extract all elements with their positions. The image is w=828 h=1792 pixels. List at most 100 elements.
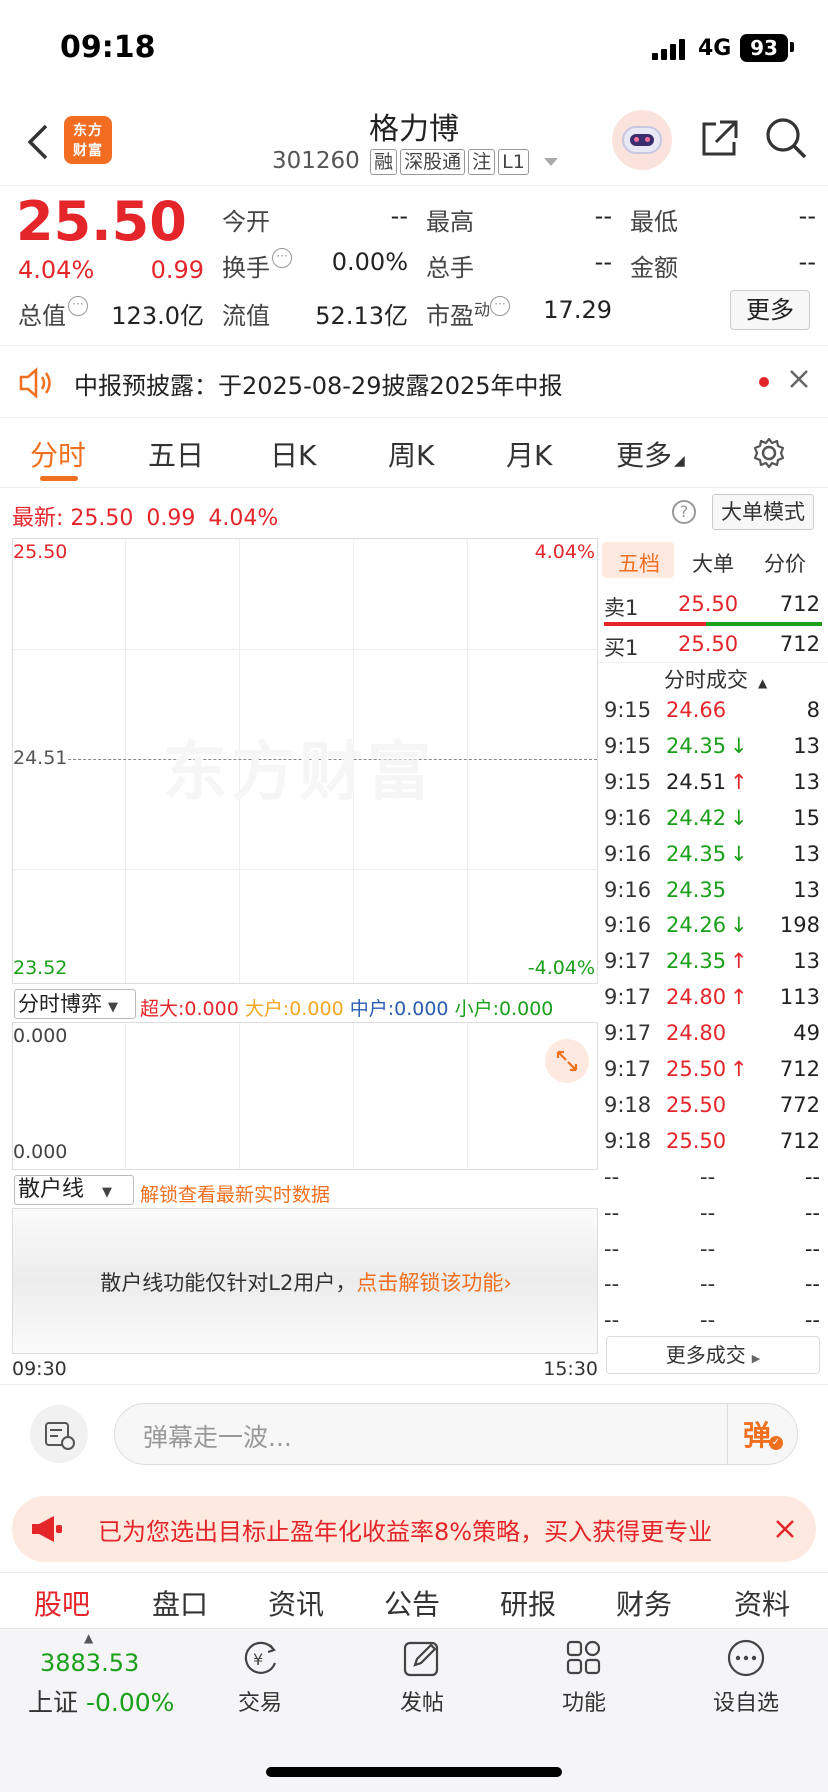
settings-button[interactable]: [752, 436, 786, 474]
tab-finance[interactable]: 财务: [616, 1583, 672, 1623]
tab-day-k[interactable]: 日K: [270, 434, 316, 474]
sell1-vol: 712: [779, 592, 820, 616]
check-badge-icon: ✓: [769, 1436, 783, 1450]
tab-five-day[interactable]: 五日: [148, 434, 204, 474]
tick-volume: 15: [793, 805, 820, 830]
tab-big-orders[interactable]: 大单: [692, 548, 734, 578]
volume-value: --: [594, 248, 612, 276]
small-value: 0.000: [498, 998, 554, 1020]
danmaku-placeholder: 弹幕走一波...: [143, 1423, 292, 1452]
tab-intraday[interactable]: 分时: [30, 434, 86, 474]
info-dots-icon[interactable]: ···: [490, 296, 511, 316]
tab-month-k[interactable]: 月K: [506, 434, 552, 474]
tick-direction-icon: ↑: [730, 769, 748, 794]
game-val-top: 0.000: [13, 1025, 68, 1047]
buy-sell-ratio-bar: [604, 622, 822, 626]
float-label: 流值: [222, 302, 270, 330]
info-dots-icon[interactable]: ···: [68, 296, 88, 316]
pct-label-bottom: -4.04%: [527, 957, 595, 979]
stock-code-row[interactable]: 301260 融深股通注 L1: [272, 148, 572, 175]
grid-line: [13, 649, 597, 650]
notice-bar[interactable]: 中报预披露：于2025-08-29披露2025年中报: [0, 346, 828, 418]
board-button[interactable]: [30, 1405, 88, 1463]
share-button[interactable]: [698, 118, 740, 164]
tab-news[interactable]: 资讯: [268, 1583, 324, 1623]
grid-line: [239, 1023, 240, 1169]
promo-banner[interactable]: 已为您选出目标止盈年化收益率8%策略，买入获得更专业: [12, 1496, 816, 1562]
tick-price: 24.80: [666, 985, 727, 1010]
close-icon: [776, 1520, 794, 1538]
promo-text: 已为您选出目标止盈年化收益率8%策略，买入获得更专业: [98, 1518, 713, 1546]
nav-features[interactable]: 功能: [524, 1637, 644, 1717]
tab-announcements[interactable]: 公告: [384, 1583, 440, 1623]
tick-volume: 13: [793, 841, 820, 866]
tab-five-levels[interactable]: 五档: [618, 548, 660, 578]
time-start: 09:30: [12, 1358, 67, 1380]
latest-row: 最新: 25.50 0.99 4.04% ? 大单模式: [0, 488, 828, 538]
y-label-mid: 24.51: [13, 747, 68, 769]
search-icon: [766, 118, 807, 159]
quote-panel: 25.50 4.04% 0.99 今开 -- 最高 -- 最低 -- 换手 ···…: [0, 186, 828, 346]
tab-price-dist[interactable]: 分价: [764, 548, 806, 578]
tick-time: --: [604, 1200, 620, 1225]
tab-more[interactable]: 更多 ◢: [616, 434, 685, 474]
nav-post[interactable]: 发帖: [362, 1637, 482, 1717]
chevron-right-icon: ›: [503, 1271, 512, 1295]
more-ticks-button[interactable]: 更多成交 ▶: [606, 1336, 820, 1374]
comment-bar: 弹幕走一波... 弹 ✓: [0, 1384, 828, 1484]
bottom-toolbar: ▲ 3883.53 上证 -0.00% ¥ 交易 发帖 功能 设自选: [0, 1628, 828, 1792]
intraday-chart[interactable]: 东方财富 25.50 24.51 23.52 4.04% -4.04%: [12, 538, 598, 984]
unlock-hint[interactable]: 解锁查看最新实时数据: [140, 1180, 330, 1207]
tab-research[interactable]: 研报: [500, 1583, 556, 1623]
tick-row: 9:16 24.26 ↓ 198: [598, 913, 828, 949]
tick-row: 9:18 25.50 772: [598, 1093, 828, 1129]
tab-profile[interactable]: 资料: [734, 1583, 790, 1623]
tick-volume: 113: [779, 985, 820, 1010]
tab-handicap[interactable]: 盘口: [152, 1583, 208, 1623]
pe-sup: 动: [474, 300, 491, 319]
high-value: --: [594, 202, 612, 230]
chart-tabs: 分时 五日 日K 周K 月K 更多 ◢: [0, 418, 828, 488]
board-icon: [45, 1422, 75, 1450]
tick-time: 9:17: [604, 1021, 652, 1046]
tab-forum[interactable]: 股吧: [34, 1583, 90, 1623]
big-order-mode-button[interactable]: 大单模式: [712, 494, 814, 530]
help-icon[interactable]: ?: [672, 500, 696, 524]
tab-week-k[interactable]: 周K: [388, 434, 434, 474]
tick-price: 25.50: [666, 1057, 727, 1081]
logo-text: 东方财富: [73, 123, 103, 159]
app-logo[interactable]: 东方财富: [64, 116, 112, 164]
tick-volume: 13: [793, 949, 820, 974]
search-button[interactable]: [764, 116, 808, 164]
tick-row: 9:16 24.42 ↓ 15: [598, 806, 828, 842]
danmaku-input[interactable]: 弹幕走一波... 弹 ✓: [114, 1403, 798, 1465]
tick-price: 24.80: [666, 1021, 727, 1046]
tick-volume: --: [804, 1236, 820, 1261]
buy1-label: 买1: [604, 636, 639, 660]
nav-add-watchlist[interactable]: 设自选: [686, 1637, 806, 1717]
expand-button[interactable]: [545, 1039, 589, 1083]
unlock-link-label: 点击解锁该功能: [356, 1271, 504, 1295]
retail-line-select[interactable]: 散户线 ▼: [14, 1175, 134, 1205]
last-price: 25.50: [16, 190, 187, 253]
unlock-link[interactable]: 点击解锁该功能›: [356, 1271, 511, 1295]
stock-header: 东方财富 格力博 301260 融深股通注 L1: [0, 100, 828, 186]
danmaku-send-button[interactable]: 弹 ✓: [743, 1414, 787, 1454]
capital-game-chart[interactable]: 0.000 0.000: [12, 1022, 598, 1170]
grid-line: [467, 539, 468, 983]
more-button[interactable]: 更多: [730, 290, 810, 330]
promo-close-button[interactable]: [774, 1518, 796, 1544]
nav-trade[interactable]: ¥ 交易: [200, 1637, 320, 1717]
capital-game-select[interactable]: 分时博弈 ▼: [14, 989, 136, 1019]
tag-level: L1: [498, 149, 529, 175]
index-line: 上证 -0.00%: [28, 1683, 174, 1719]
info-dots-icon[interactable]: ···: [272, 248, 292, 268]
robot-assistant-icon[interactable]: [612, 110, 672, 170]
notice-close-button[interactable]: [788, 368, 810, 394]
game-val-bottom: 0.000: [13, 1141, 68, 1163]
back-button[interactable]: [24, 122, 54, 162]
tick-row: -- -- --: [598, 1237, 828, 1273]
tick-volume: 13: [793, 733, 820, 758]
ticks-title[interactable]: 分时成交 ▲: [664, 664, 767, 694]
tab-more-label: 更多: [616, 439, 673, 472]
